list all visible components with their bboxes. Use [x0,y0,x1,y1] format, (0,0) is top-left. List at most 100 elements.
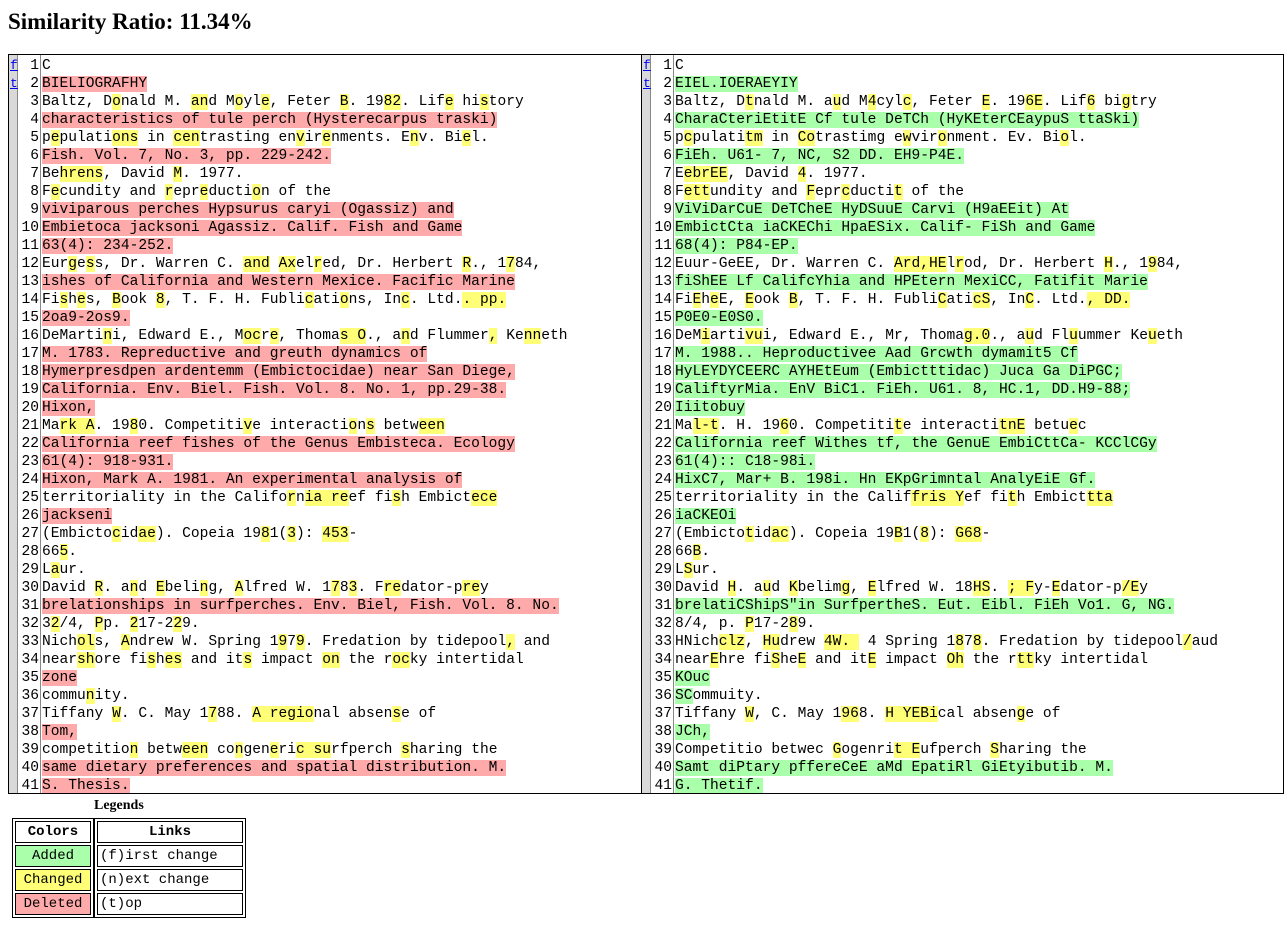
changed-text: P [94,616,104,632]
line-text: ky intertidal [409,652,524,668]
line-text: impact [252,652,323,668]
line-number: 24 [654,472,672,488]
line-number: 17 [654,346,672,362]
changed-text: cS [972,292,991,308]
line-text: Fi [675,292,693,308]
line-text: d Fl [1034,328,1070,344]
changed-text: W [112,706,121,722]
line-text: betw [138,742,183,758]
line-text: Be [42,166,60,182]
changed-text: r [287,490,296,506]
deleted-text: M. 1783. Repreductive and greuth dynamic… [42,346,428,362]
line-text: L [675,562,684,578]
left-line: Hymerpresdpen ardentemm (Embictocidae) n… [42,363,641,381]
right-line: SCommuity. [675,687,1283,705]
line-number: 35 [21,670,39,686]
line-text: E, [718,292,746,308]
line-text: 84, [515,256,542,272]
line-number: 32 [21,616,39,632]
line-text: . Lif [1042,94,1087,110]
changed-text: s [59,292,69,308]
line-text: E [675,166,684,182]
changed-text: g [68,256,78,272]
line-text: ity. [94,688,130,704]
line-text: l. [1069,130,1087,146]
changed-text: K [788,580,798,596]
added-text: 68(4): P84-EP. [675,238,798,254]
line-number: 10 [21,220,39,236]
line-text: hre fi [718,652,772,668]
left-line: M. 1783. Repreductive and greuth dynamic… [42,345,641,363]
changed-text: C [937,292,947,308]
diff-table: f t 1 2 3 4 5 6 7 8 9 10 11 12 13 14 15 16 17 18 19 20 21 22 2… [8,54,1284,794]
line-text: betu [1025,418,1070,434]
line-text: F [42,184,51,200]
line-number: 30 [21,580,39,596]
left-line: Laur. [42,561,641,579]
line-text: n [357,418,367,434]
line-text: n [295,490,305,506]
changed-text: 9 [296,634,305,650]
first-change-link[interactable]: f [642,57,651,75]
line-text: pulati [692,130,746,146]
line-text: he [780,652,798,668]
line-text: and it [182,652,244,668]
changed-text: n [409,130,419,146]
right-line: Competitio betwec Gogenrit Eufperch Shar… [675,741,1283,759]
line-text: , In [990,292,1026,308]
line-number: 36 [21,688,39,704]
changed-text: ebrEE [683,166,728,182]
line-number: 26 [21,508,39,524]
changed-text: g.0 [964,328,991,344]
added-text: SC [675,688,693,704]
line-text: 8 [675,616,684,632]
line-text: Fi [42,292,60,308]
right-line: C [675,57,1283,75]
line-text: near [42,652,78,668]
right-line: HyLEYDYCEERC AYHEtEum (Embictttidac) Juc… [675,363,1283,381]
right-line: Euur-GeEE, Dr. Warren C. Ard,HElrod, Dr.… [675,255,1283,273]
left-line: nearshore fishes and its impact on the r… [42,651,641,669]
line-text: competitio [42,742,130,758]
line-number: 37 [654,706,672,722]
line-text: ore fi [94,652,148,668]
left-line: characteristics of tule perch (Hystereca… [42,111,641,129]
changed-text: een [182,742,209,758]
left-pane: f t 1 2 3 4 5 6 7 8 9 10 11 12 13 14 15 16 17 18 19 20 21 22 2… [9,55,642,793]
line-text: 7 [964,634,973,650]
right-line: pcpulatitm in Cotrastimg ewvironment. Ev… [675,129,1283,147]
line-number: 40 [21,760,39,776]
line-text: trasting en [199,130,297,146]
changed-text: W [745,706,754,722]
changed-text: c [401,292,410,308]
right-line: ViViDarCuE DeTCheE HyDSuuE Carvi (H9aEEi… [675,201,1283,219]
line-text: . C. May 1 [120,706,209,722]
line-text: ur. [59,562,86,578]
left-line: same dietary preferences and spatial dis… [42,759,641,777]
line-text: Tiffany [675,706,746,722]
line-text: commu [42,688,86,704]
changed-text: 8 [260,526,270,542]
changed-text: 8 [955,634,965,650]
changed-text: 82 [383,94,402,110]
line-text: arti [710,328,746,344]
right-line: Tiffany W, C. May 1968. H YEBical abseng… [675,705,1283,723]
first-change-link[interactable]: f [9,57,18,75]
line-text: s, [85,292,113,308]
line-text: in [762,130,798,146]
line-number: 18 [21,364,39,380]
top-link[interactable]: t [9,75,18,93]
changed-text: 9 [278,634,288,650]
changed-text: hrens [59,166,104,182]
line-text: drew [780,634,824,650]
line-number: 16 [654,328,672,344]
line-number: 22 [654,436,672,452]
line-text: haring the [409,742,498,758]
top-link[interactable]: t [642,75,651,93]
right-line: JCh, [675,723,1283,741]
changed-text: S [990,742,1000,758]
legend-next-change: (n)ext change [97,869,243,891]
line-text: h Embict [401,490,472,506]
line-text: ): [296,526,323,542]
changed-text: H YEBi [885,706,938,722]
